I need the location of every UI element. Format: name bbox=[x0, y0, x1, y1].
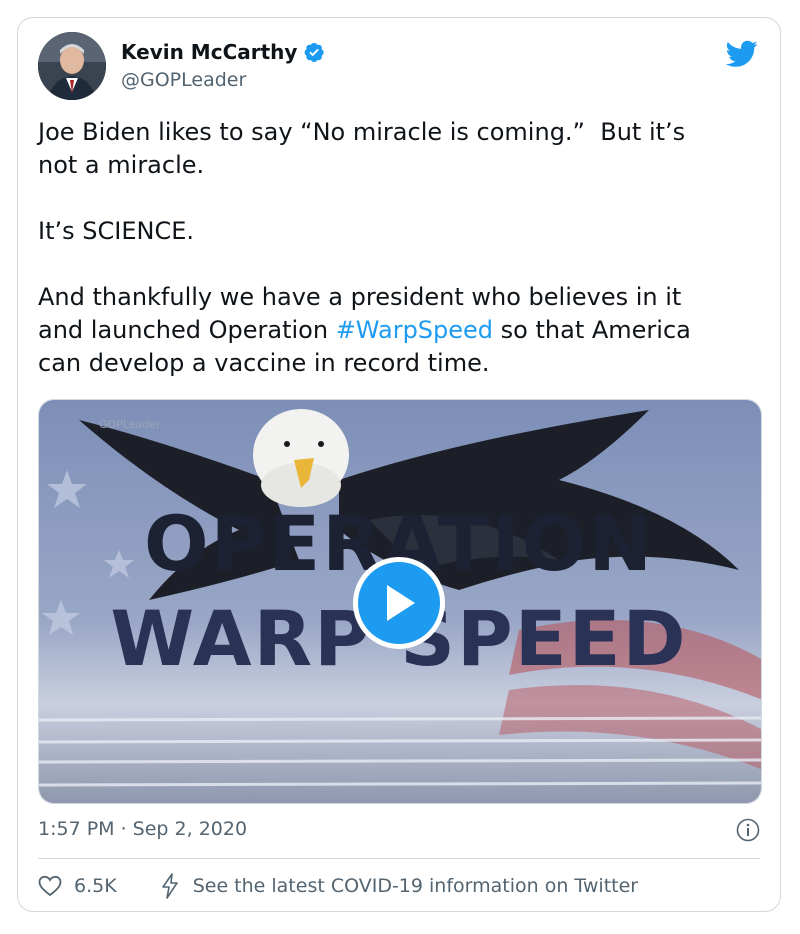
author-handle[interactable]: @GOPLeader bbox=[121, 69, 246, 91]
divider bbox=[38, 858, 760, 859]
bolt-icon bbox=[161, 873, 178, 899]
tweet-card: Kevin McCarthy @GOPLeader Joe Biden like… bbox=[17, 17, 781, 912]
heart-icon bbox=[38, 875, 62, 897]
tweet-actions: 6.5K See the latest COVID-19 information… bbox=[38, 873, 638, 899]
tweet-text: Joe Biden likes to say “No miracle is co… bbox=[38, 116, 768, 380]
twitter-bird-icon[interactable] bbox=[726, 40, 758, 68]
author-name[interactable]: Kevin McCarthy bbox=[121, 40, 297, 64]
video-player[interactable]: OPERATION WARP SPEED GOPLeader bbox=[38, 399, 762, 804]
info-icon[interactable] bbox=[736, 818, 760, 842]
video-watermark: GOPLeader bbox=[99, 418, 161, 431]
play-button[interactable] bbox=[353, 557, 445, 649]
covid-info-link[interactable]: See the latest COVID-19 information on T… bbox=[161, 873, 638, 899]
tweet-timestamp[interactable]: 1:57 PM · Sep 2, 2020 bbox=[38, 818, 247, 840]
play-icon bbox=[387, 585, 415, 621]
avatar[interactable] bbox=[38, 32, 106, 100]
tweet-text-part1: Joe Biden likes to say “No miracle is co… bbox=[38, 118, 686, 344]
covid-info-text: See the latest COVID-19 information on T… bbox=[192, 875, 639, 897]
like-button[interactable]: 6.5K bbox=[38, 875, 117, 897]
hashtag-link[interactable]: #WarpSpeed bbox=[336, 316, 493, 344]
like-count: 6.5K bbox=[74, 875, 117, 897]
verified-badge-icon bbox=[305, 42, 325, 62]
